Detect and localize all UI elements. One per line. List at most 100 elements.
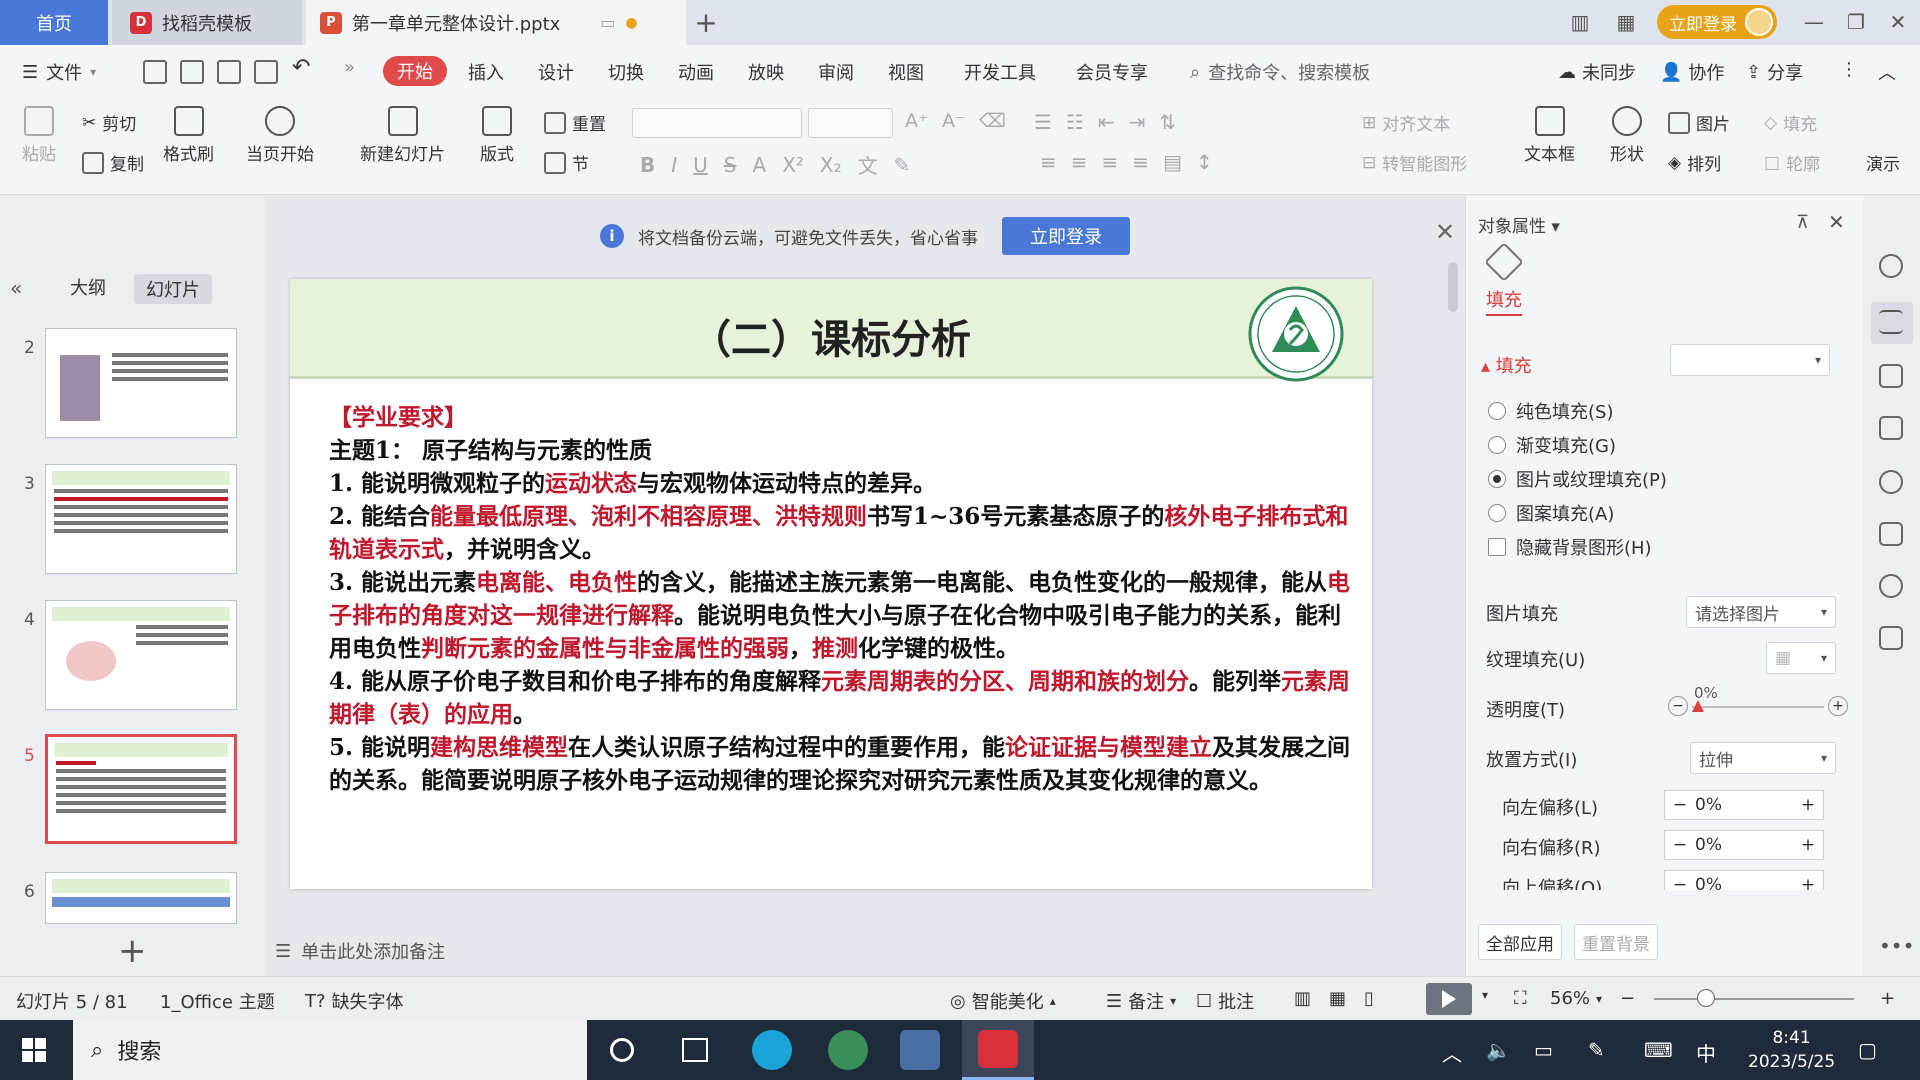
export-pdf-icon[interactable] xyxy=(180,60,204,84)
increase-indent-icon[interactable]: ⇥ xyxy=(1129,110,1146,134)
sync-button[interactable]: ☁ 未同步 xyxy=(1558,59,1636,85)
image-icon[interactable] xyxy=(1879,522,1903,546)
zoom-level-select[interactable]: 56% ▾ xyxy=(1550,988,1602,1009)
tray-chevron-icon[interactable]: ︿ xyxy=(1442,1038,1462,1067)
align-left-icon[interactable]: ≡ xyxy=(1040,150,1057,174)
increase-transparency-icon[interactable]: + xyxy=(1828,696,1848,716)
layout-button[interactable]: 版式 xyxy=(480,106,514,165)
tab-template[interactable]: D 找稻壳模板 xyxy=(112,0,302,45)
comments-button[interactable]: ☐ 批注 xyxy=(1196,988,1254,1014)
bullets-icon[interactable]: ☰ xyxy=(1034,110,1052,134)
offset-left-stepper[interactable]: − 0% + xyxy=(1664,790,1824,820)
minus-icon[interactable]: − xyxy=(1665,835,1695,855)
slide-thumbnail[interactable] xyxy=(45,872,237,924)
pen-icon[interactable]: ✎ xyxy=(1588,1038,1605,1062)
smart-beautify-button[interactable]: ◎ 智能美化 ▴ xyxy=(950,988,1056,1014)
tab-slideshow[interactable]: 放映 xyxy=(748,59,784,85)
align-right-icon[interactable]: ≡ xyxy=(1102,150,1119,174)
command-search[interactable]: ⌕ 查找命令、搜索模板 xyxy=(1190,59,1370,85)
decrease-indent-icon[interactable]: ⇤ xyxy=(1098,110,1115,134)
edge-browser-icon[interactable] xyxy=(752,1030,792,1070)
new-slide-button[interactable]: 新建幻灯片 xyxy=(360,106,445,165)
fill-button[interactable]: ◇ 填充 xyxy=(1764,110,1817,136)
placement-select[interactable]: 拉伸 ▾ xyxy=(1690,742,1836,774)
notification-icon[interactable]: ▢ xyxy=(1858,1038,1877,1062)
location-icon[interactable] xyxy=(1879,574,1903,598)
highlight-icon[interactable]: ✎ xyxy=(894,153,911,177)
more-horizontal-icon[interactable]: ••• xyxy=(1879,934,1914,958)
arrange-button[interactable]: ◈ 排列 xyxy=(1668,150,1721,176)
book-icon[interactable] xyxy=(1879,626,1903,650)
picture-fill-option[interactable]: 图片或纹理填充(P) xyxy=(1488,466,1667,492)
close-panel-icon[interactable]: ✕ xyxy=(1828,210,1845,234)
zoom-slider-thumb[interactable] xyxy=(1697,989,1715,1007)
new-tab-icon[interactable]: + xyxy=(690,6,722,39)
textbox-button[interactable]: 文本框 xyxy=(1524,106,1575,165)
panel-title[interactable]: 对象属性 ▾ xyxy=(1478,212,1560,237)
network-icon[interactable]: ▭ xyxy=(1534,1038,1553,1062)
pin-icon[interactable]: ⊼ xyxy=(1796,212,1809,233)
reading-view-icon[interactable]: ▯ xyxy=(1364,988,1374,1009)
solid-fill-option[interactable]: 纯色填充(S) xyxy=(1488,398,1613,424)
system-clock[interactable]: 8:41 2023/5/25 xyxy=(1748,1026,1835,1074)
texture-fill-select[interactable]: ▦ ▾ xyxy=(1766,642,1836,674)
copy-button[interactable]: 复制 xyxy=(82,150,144,175)
add-slide-icon[interactable]: + xyxy=(118,931,147,971)
slide-thumbnail[interactable] xyxy=(45,600,237,710)
file-menu[interactable]: ☰ 文件 ▾ xyxy=(22,59,96,85)
offset-up-value[interactable]: 0% xyxy=(1695,875,1793,890)
offset-up-stepper[interactable]: − 0% + xyxy=(1664,870,1824,890)
radio-picture[interactable] xyxy=(1488,470,1506,488)
font-size-select[interactable] xyxy=(808,108,893,138)
offset-right-stepper[interactable]: − 0% + xyxy=(1664,830,1824,860)
banner-login-button[interactable]: 立即登录 xyxy=(1002,217,1130,255)
justify-icon[interactable]: ≡ xyxy=(1132,150,1149,174)
shrink-font-icon[interactable]: A⁻ xyxy=(942,110,965,132)
notes-toggle-button[interactable]: ☰ 备注 ▾ xyxy=(1106,988,1176,1014)
minimize-icon[interactable]: — xyxy=(1800,8,1828,36)
play-options-chevron-icon[interactable]: ▾ xyxy=(1482,988,1488,1002)
zoom-in-icon[interactable]: + xyxy=(1880,988,1895,1009)
paste-button[interactable]: 粘贴 xyxy=(22,106,56,165)
hide-bg-checkbox[interactable] xyxy=(1488,538,1506,556)
restore-icon[interactable]: ❐ xyxy=(1842,8,1870,36)
close-icon[interactable]: ✕ xyxy=(1884,8,1912,36)
offset-right-value[interactable]: 0% xyxy=(1695,835,1793,855)
apps-grid-icon[interactable]: ▦ xyxy=(1612,8,1640,36)
distribute-icon[interactable]: ▤ xyxy=(1163,150,1182,174)
notes-area[interactable]: ☰ 单击此处添加备注 xyxy=(275,938,445,964)
tab-outline[interactable]: 大纲 xyxy=(70,274,106,304)
subscript-icon[interactable]: X₂ xyxy=(820,153,842,177)
tab-developer[interactable]: 开发工具 xyxy=(964,59,1036,85)
monitor-icon[interactable]: ▭ xyxy=(600,13,615,32)
pattern-fill-option[interactable]: 图案填充(A) xyxy=(1488,500,1614,526)
tab-transition[interactable]: 切换 xyxy=(608,59,644,85)
fit-window-icon[interactable]: ⛶ xyxy=(1514,988,1527,1009)
tab-view[interactable]: 视图 xyxy=(888,59,924,85)
hide-bg-option[interactable]: 隐藏背景图形(H) xyxy=(1488,534,1652,560)
slide-thumbnail-selected[interactable] xyxy=(45,734,237,844)
clear-format-icon[interactable]: ⌫ xyxy=(979,110,1006,132)
ime-indicator[interactable]: 中 xyxy=(1696,1038,1716,1067)
format-painter-button[interactable]: 格式刷 xyxy=(163,106,214,165)
strikethrough-icon[interactable]: S xyxy=(724,153,737,177)
copy-layers-icon[interactable] xyxy=(1879,416,1903,440)
tab-document[interactable]: P 第一章单元整体设计.pptx ▭ ● xyxy=(306,0,686,45)
picture-button[interactable]: 图片 xyxy=(1668,110,1730,135)
tab-fill[interactable]: 填充 xyxy=(1486,286,1522,316)
more-chevron-icon[interactable]: » xyxy=(344,57,355,78)
plus-icon[interactable]: + xyxy=(1793,875,1823,890)
cut-button[interactable]: ✂ 剪切 xyxy=(82,110,136,136)
print-icon[interactable] xyxy=(217,60,241,84)
wps-taskbar-active[interactable] xyxy=(962,1020,1034,1080)
superscript-icon[interactable]: X² xyxy=(782,153,804,177)
slide-title[interactable]: （二）课标分析 xyxy=(290,307,1372,365)
italic-icon[interactable]: I xyxy=(671,153,677,177)
collapse-ribbon-icon[interactable]: ︿ xyxy=(1878,59,1896,85)
normal-view-icon[interactable]: ▥ xyxy=(1294,988,1311,1009)
minus-icon[interactable]: − xyxy=(1665,875,1695,890)
help-icon[interactable] xyxy=(1879,470,1903,494)
phonetic-icon[interactable]: 文 xyxy=(858,150,878,179)
radio-solid[interactable] xyxy=(1488,402,1506,420)
zoom-slider[interactable] xyxy=(1654,998,1854,1000)
